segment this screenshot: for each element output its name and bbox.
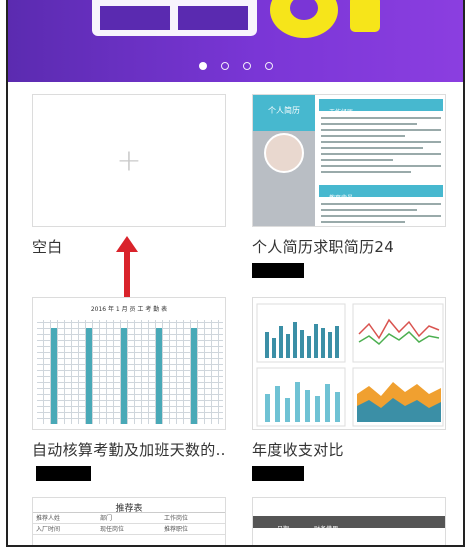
table-cell: 部门 (100, 515, 113, 522)
carousel-dot[interactable] (242, 62, 251, 70)
sheet-highlight-column (191, 328, 197, 424)
template-card-blank[interactable]: + 空白 (32, 94, 226, 257)
template-card-recommendation[interactable]: 推荐表 推荐人姓 部门 工作岗位 入厂时间 现任岗位 推荐职位 (32, 497, 226, 545)
template-card-attendance[interactable]: 2016 年 1 月 员 工 考 勤 表 自动核算考勤及加班天数的... (32, 297, 226, 481)
annotation-arrow-icon (116, 236, 138, 302)
table-cell: 现任岗位 (100, 526, 125, 533)
resume-photo (264, 133, 304, 173)
carousel-dot[interactable] (198, 62, 207, 70)
table-cell: 推荐人姓 (36, 515, 61, 522)
table-row: 推荐人姓 部门 工作岗位 (33, 513, 225, 524)
table-cell: 工作岗位 (164, 515, 189, 522)
sheet-highlight-column (86, 328, 92, 424)
table-cell: 入厂时间 (36, 526, 61, 533)
template-title[interactable]: 年度收支对比 (252, 439, 446, 460)
sheet-highlight-column (121, 328, 127, 424)
redacted-author (36, 466, 91, 481)
sheet-title: 2016 年 1 月 员 工 考 勤 表 (90, 306, 168, 313)
table-title: 推荐表 (33, 498, 225, 514)
sheet-highlight-column (51, 328, 57, 424)
resume-section-work: 工作经历 (319, 99, 443, 116)
template-card-resume[interactable]: 个人简历 工作经历 教育背景 个人简历求职简历24 (252, 94, 446, 278)
table-row: 入厂时间 现任岗位 推荐职位 (33, 524, 225, 535)
section-label: 工作经历 (329, 109, 354, 116)
template-thumbnail[interactable] (252, 297, 446, 430)
template-card-charts[interactable]: 年度收支对比 (252, 297, 446, 481)
resume-text-lines (321, 117, 441, 177)
banner-graphic (92, 0, 380, 38)
template-thumbnail[interactable]: 2016 年 1 月 员 工 考 勤 表 (32, 297, 226, 430)
table-cell: 推荐职位 (164, 526, 189, 533)
redacted-author (252, 263, 304, 278)
sheet-header-label: 日期 (277, 526, 290, 533)
section-label: 教育背景 (329, 195, 354, 202)
resume-section-education: 教育背景 (319, 185, 443, 202)
sheet-header-bar: 日期 财务借用 (253, 516, 445, 533)
plus-icon: + (116, 143, 142, 178)
template-thumbnail[interactable]: 个人简历 工作经历 教育背景 (252, 94, 446, 227)
promo-banner[interactable] (8, 0, 463, 82)
template-title[interactable]: 自动核算考勤及加班天数的... (32, 439, 226, 460)
template-thumbnail[interactable]: + (32, 94, 226, 227)
chart-preview (256, 303, 444, 427)
template-title[interactable]: 个人简历求职简历24 (252, 236, 446, 257)
sheet-header-label: 财务借用 (314, 526, 339, 533)
app-frame: + 空白 个人简历 工作经历 教育背景 个人简历求职简历24 2016 年 1 … (6, 0, 465, 547)
resume-header: 个人简历 (253, 95, 315, 131)
template-card-finance[interactable]: 日期 财务借用 (252, 497, 446, 545)
carousel-dot[interactable] (264, 62, 273, 70)
sheet-highlight-column (156, 328, 162, 424)
resume-name: 个人简历 (268, 106, 300, 115)
carousel-indicators (8, 62, 463, 70)
carousel-dot[interactable] (220, 62, 229, 70)
resume-text-lines (321, 203, 441, 226)
redacted-author (252, 466, 304, 481)
